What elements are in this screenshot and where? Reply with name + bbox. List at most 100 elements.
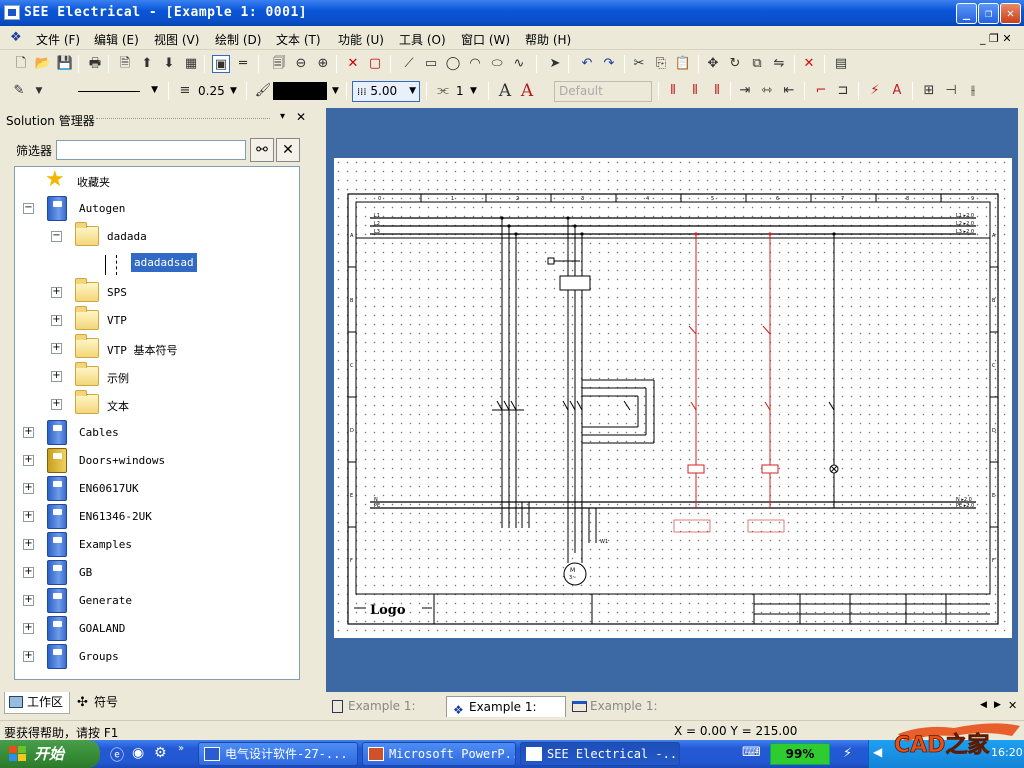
tree-item[interactable]: + VTP 基本符号 [15, 334, 285, 363]
drawing-sheet[interactable]: 0 1 2 3 4 5 6 7 8 9 A A B B C C D D E E F F L1 L1 ▸2.0 L2 L2 ▸2.0… [334, 158, 1012, 638]
tree-item[interactable]: − dadada [15, 222, 285, 251]
pen-color-dropdown[interactable]: ▼ [30, 82, 48, 100]
page-setup-icon[interactable]: 🗐 [270, 55, 288, 73]
spline-tool-icon[interactable]: ∿ [510, 55, 528, 73]
zoom-in-icon[interactable]: ⊕ [314, 55, 332, 73]
rotate-icon[interactable]: ↻ [726, 55, 744, 73]
fill-icon[interactable]: 🖌 [254, 82, 272, 100]
snap-icon[interactable]: ▣ [212, 55, 230, 73]
tree-item[interactable]: + 文本 [15, 390, 285, 419]
page-icon[interactable]: 🗎 [116, 55, 134, 73]
doc-menu-icon[interactable]: ❖ [10, 30, 22, 45]
tab-scroll-right-icon[interactable]: ▶ [994, 700, 1001, 710]
line-tool-icon[interactable]: ⟋ [400, 55, 418, 73]
tray-expand-icon[interactable]: ◀ [873, 745, 882, 759]
save-icon[interactable]: 💾 [56, 55, 74, 73]
menu-edit[interactable]: 编辑 (E) [94, 31, 139, 48]
layer-value[interactable]: 1 [456, 84, 464, 98]
text-ref-icon[interactable]: A [888, 82, 906, 100]
menu-help[interactable]: 帮助 (H) [525, 31, 571, 48]
tree-item[interactable]: + Groups [15, 643, 285, 671]
properties-icon[interactable]: ▤ [832, 55, 850, 73]
corner-icon[interactable]: ⌐ [812, 82, 830, 100]
tree-item[interactable]: − Autogen [15, 195, 285, 223]
media-icon[interactable]: ◉ [132, 745, 144, 761]
paste-icon[interactable]: 📋 [674, 55, 692, 73]
filter-input[interactable] [56, 140, 246, 160]
relay-icon[interactable]: ⫲ [964, 82, 982, 100]
expand-icon[interactable]: + [23, 483, 34, 494]
fill-color-dropdown[interactable]: ▼ [332, 86, 339, 96]
expand-icon[interactable]: + [51, 343, 62, 354]
panel-close-icon[interactable]: ✕ [296, 110, 306, 124]
grid-view-icon[interactable]: ▦ [182, 55, 200, 73]
line-width-icon[interactable]: ≡ [176, 82, 194, 100]
font-icon[interactable]: A [496, 82, 514, 100]
fill-color-swatch[interactable] [273, 82, 327, 100]
expand-icon[interactable]: + [23, 623, 34, 634]
mdi-controls[interactable]: _ ❐ ✕ [980, 32, 1012, 45]
layer-icon[interactable]: ⫘ [434, 82, 452, 100]
undo-icon[interactable]: ↶ [578, 55, 596, 73]
schematic-drawing[interactable]: 0 1 2 3 4 5 6 7 8 9 A A B B C C D D E E F F L1 L1 ▸2.0 L2 L2 ▸2.0… [334, 158, 1012, 638]
menu-text[interactable]: 文本 (T) [276, 31, 321, 48]
lines-icon[interactable]: ═ [234, 55, 252, 73]
page-up-icon[interactable]: ⬆ [138, 55, 156, 73]
tree-item[interactable]: + SPS [15, 278, 285, 307]
line-style-combo[interactable]: ▼ [52, 81, 162, 102]
tab-symbols[interactable]: ✣ 符号 [72, 692, 126, 714]
move-icon[interactable]: ✥ [704, 55, 722, 73]
pen-color-icon[interactable]: ✎ [10, 82, 28, 100]
tree-item[interactable]: adadadsad [15, 251, 285, 279]
open-icon[interactable]: 📂 [34, 55, 52, 73]
close-button[interactable]: ✕ [1000, 3, 1021, 24]
tree-item[interactable]: + EN61346-2UK [15, 503, 285, 531]
tree-item[interactable]: + VTP [15, 306, 285, 335]
expand-icon[interactable]: + [23, 539, 34, 550]
wire-1-icon[interactable]: ⫴ [664, 82, 682, 100]
expand-icon[interactable]: + [51, 287, 62, 298]
doc-tab-2[interactable]: ❖Example 1: 0001 [446, 696, 566, 734]
redo-icon[interactable]: ↷ [600, 55, 618, 73]
expand-icon[interactable]: + [23, 651, 34, 662]
cross-ref-icon[interactable]: ⚡ [866, 82, 884, 100]
menu-view[interactable]: 视图 (V) [154, 31, 199, 48]
task-powerpoint[interactable]: Microsoft PowerP... [362, 742, 516, 766]
menu-function[interactable]: 功能 (U) [338, 31, 384, 48]
tree-scrollbar[interactable]: ▲ ▼ [299, 167, 300, 679]
bridge-icon[interactable]: ⇿ [758, 82, 776, 100]
tree-item[interactable]: + GOALAND [15, 615, 285, 643]
line-width-dropdown[interactable]: ▼ [230, 86, 237, 96]
expand-icon[interactable]: + [51, 371, 62, 382]
tab-close-icon[interactable]: ✕ [1008, 699, 1017, 712]
pointer-icon[interactable]: ➤ [546, 55, 564, 73]
connect-icon[interactable]: ⇥ [736, 82, 754, 100]
tree-item[interactable]: + Doors+windows [15, 447, 285, 475]
tree-item[interactable]: + EN60617UK [15, 475, 285, 503]
expand-icon[interactable]: + [23, 427, 34, 438]
start-button[interactable]: 开始 [0, 740, 100, 768]
menu-tools[interactable]: 工具 (O) [399, 31, 446, 48]
ellipse-tool-icon[interactable]: ⬭ [488, 55, 506, 73]
rect-select-icon[interactable]: ▢ [366, 55, 384, 73]
grid-combo[interactable]: ⁞⁞⁞ 5.00 ▼ [352, 81, 420, 102]
find-binoculars-icon[interactable]: ⚯ [250, 138, 274, 162]
tree-item[interactable]: ★ 收藏夹 [15, 167, 285, 195]
wire-2-icon[interactable]: ⫴ [686, 82, 704, 100]
delete-line-icon[interactable]: ✕ [344, 55, 362, 73]
terminal-icon[interactable]: ⇤ [780, 82, 798, 100]
expand-icon[interactable]: + [23, 595, 34, 606]
clear-filter-icon[interactable]: ✕ [276, 138, 300, 162]
print-icon[interactable]: 🖶 [86, 55, 104, 73]
expand-icon[interactable]: + [51, 399, 62, 410]
circle-tool-icon[interactable]: ◯ [444, 55, 462, 73]
font-color-icon[interactable]: A [518, 82, 536, 100]
tree-item[interactable]: + Examples [15, 531, 285, 559]
tree-item[interactable]: + Cables [15, 419, 285, 447]
tab-workspace[interactable]: 工作区 [4, 692, 70, 714]
contact-icon[interactable]: ⊣ [942, 82, 960, 100]
new-icon[interactable]: 🗋 [12, 55, 30, 73]
scale-icon[interactable]: ⧉ [748, 55, 766, 73]
collapse-icon[interactable]: − [23, 203, 34, 214]
rectangle-tool-icon[interactable]: ▭ [422, 55, 440, 73]
